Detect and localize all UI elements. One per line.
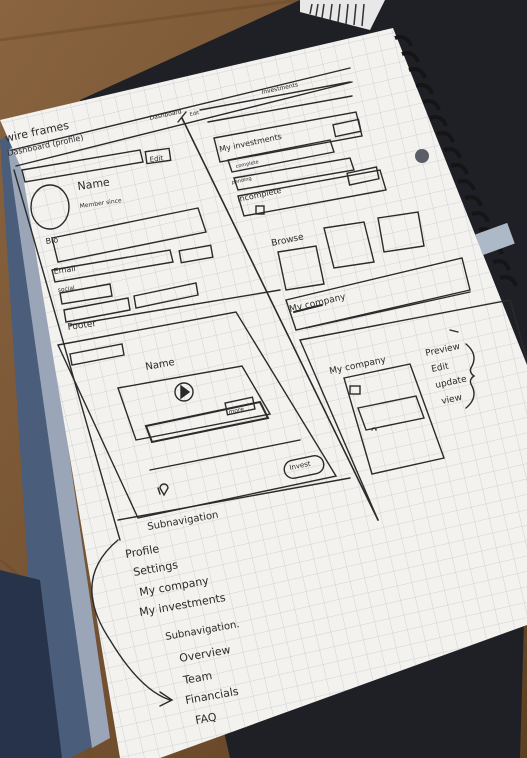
bio-label: Bio [45,235,59,246]
notebook-photo: wire frames Dashboard (profile) Edit Nam… [0,0,527,758]
photo-canvas: wire frames Dashboard (profile) Edit Nam… [0,0,527,758]
punch-hole [415,149,429,163]
